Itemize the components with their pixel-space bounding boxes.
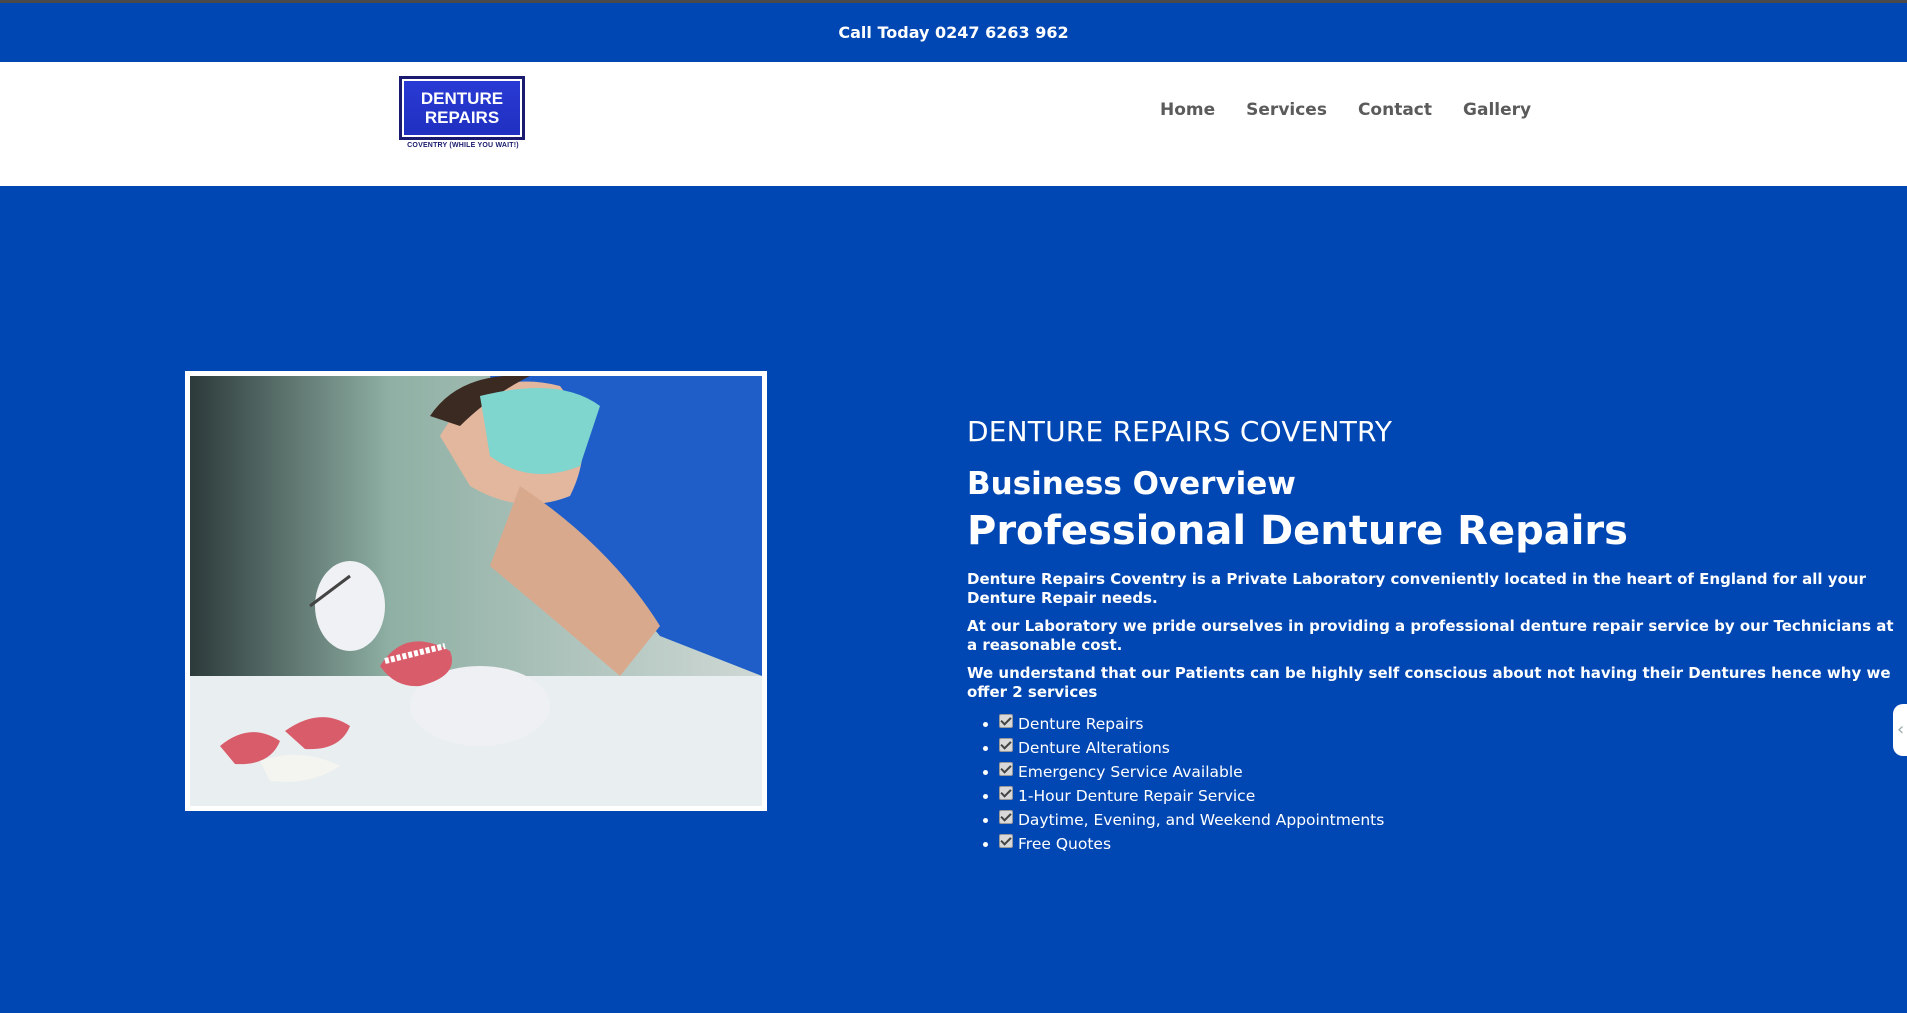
nav-contact[interactable]: Contact [1358,100,1432,120]
checkbox-icon [999,786,1013,800]
nav-services[interactable]: Services [1246,100,1327,120]
checkbox-icon [999,714,1013,728]
logo-tagline: COVENTRY (WHILE YOU WAIT!) [407,142,519,149]
list-item: 1-Hour Denture Repair Service [999,784,1897,808]
nav-gallery[interactable]: Gallery [1463,100,1531,120]
chevron-left-icon: ‹ [1897,719,1905,740]
call-today-text[interactable]: Call Today 0247 6263 962 [838,23,1068,42]
nav-home[interactable]: Home [1160,100,1215,120]
side-panel-toggle[interactable]: ‹ [1893,704,1907,756]
hero-image-frame [185,371,767,811]
top-call-bar: Call Today 0247 6263 962 [0,3,1907,62]
overview-section: DENTURE REPAIRS COVENTRY Business Overvi… [967,415,1897,856]
checkbox-icon [999,834,1013,848]
logo-line-2: REPAIRS [424,108,500,127]
site-header: DENTURE REPAIRS COVENTRY (WHILE YOU WAIT… [0,62,1907,186]
pride-paragraph: At our Laboratory we pride ourselves in … [967,617,1894,654]
site-logo[interactable]: DENTURE REPAIRS COVENTRY (WHILE YOU WAIT… [399,76,527,164]
list-item: Denture Repairs [999,712,1897,736]
logo-box: DENTURE REPAIRS [399,76,525,140]
checkbox-icon [999,738,1013,752]
list-item: Emergency Service Available [999,760,1897,784]
intro-paragraph: Denture Repairs Coventry is a Private La… [967,570,1866,607]
services-paragraph: We understand that our Patients can be h… [967,664,1891,701]
page-title: Professional Denture Repairs [967,508,1628,554]
list-item: Free Quotes [999,832,1897,856]
section-subtitle: Business Overview [967,466,1296,502]
checkbox-icon [999,810,1013,824]
main-nav: Home Services Contact Gallery [1160,100,1531,120]
features-list: Denture Repairs Denture Alterations Emer… [967,712,1897,856]
technician-photo [190,376,762,806]
logo-line-1: DENTURE [420,89,504,108]
list-item: Denture Alterations [999,736,1897,760]
list-item: Daytime, Evening, and Weekend Appointmen… [999,808,1897,832]
checkbox-icon [999,762,1013,776]
section-kicker: DENTURE REPAIRS COVENTRY [967,415,1393,448]
